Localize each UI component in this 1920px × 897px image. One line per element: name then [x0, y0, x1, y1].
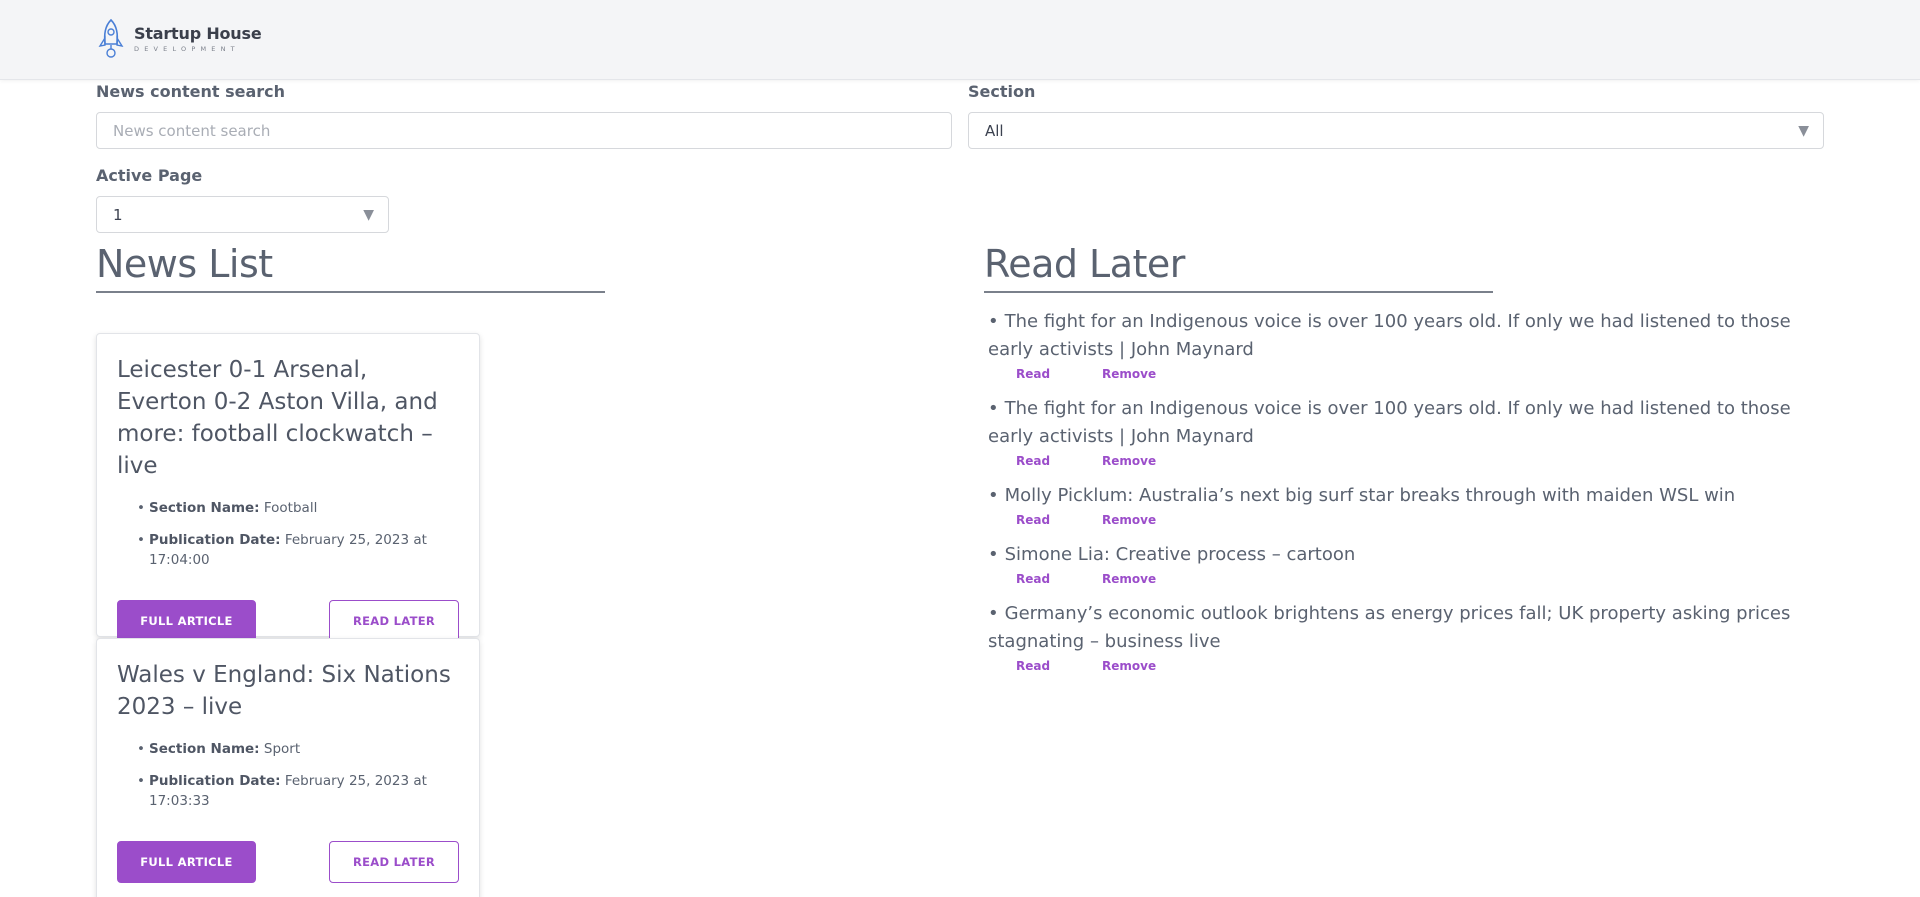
read-later-item-title: The fight for an Indigenous voice is ove… — [988, 398, 1791, 447]
full-article-button[interactable]: FULL ARTICLE — [117, 600, 256, 642]
caret-down-icon: ▼ — [1798, 123, 1809, 139]
read-link[interactable]: Read — [1016, 367, 1102, 381]
news-card-date: Publication Date: February 25, 2023 at 1… — [137, 771, 459, 811]
active-page-label: Active Page — [96, 166, 203, 185]
read-later-item-title: Simone Lia: Creative process – cartoon — [1004, 544, 1356, 565]
read-link[interactable]: Read — [1016, 454, 1102, 468]
read-link[interactable]: Read — [1016, 572, 1102, 586]
news-card-title: Leicester 0-1 Arsenal, Everton 0-2 Aston… — [117, 357, 438, 479]
section-select-value: All — [985, 121, 1004, 140]
remove-link[interactable]: Remove — [1102, 454, 1156, 468]
logo-subtitle: DEVELOPMENT — [134, 44, 240, 53]
read-later-item: • Germany’s economic outlook brightens as… — [988, 603, 1791, 673]
rocket-icon — [98, 18, 124, 58]
section-name-value: Sport — [263, 741, 301, 757]
read-later-item: • Simone Lia: Creative process – cartoon … — [988, 544, 1356, 586]
news-card-section: Section Name: Sport — [137, 739, 459, 759]
section-name-value: Football — [263, 500, 318, 516]
read-later-underline — [984, 291, 1493, 293]
news-card: Leicester 0-1 Arsenal, Everton 0-2 Aston… — [96, 333, 480, 642]
full-article-button[interactable]: FULL ARTICLE — [117, 841, 256, 883]
logo-name: Startup House — [134, 23, 262, 43]
remove-link[interactable]: Remove — [1102, 367, 1156, 381]
news-list-underline — [96, 291, 605, 293]
news-card-date: Publication Date: February 25, 2023 at 1… — [137, 530, 459, 570]
news-list-title: News List — [96, 242, 273, 286]
logo[interactable]: Startup House DEVELOPMENT — [96, 18, 262, 60]
news-card: Wales v England: Six Nations 2023 – live… — [96, 638, 480, 897]
read-later-list: • The fight for an Indigenous voice is ov… — [984, 308, 1814, 687]
caret-down-icon: ▼ — [363, 207, 374, 223]
read-later-item: • Molly Picklum: Australia’s next big sur… — [988, 485, 1736, 527]
read-later-item-title: Molly Picklum: Australia’s next big surf… — [1004, 485, 1736, 506]
read-later-item-title: Germany’s economic outlook brightens as … — [988, 603, 1791, 652]
section-select[interactable]: All ▼ — [968, 112, 1824, 149]
read-later-item-title: The fight for an Indigenous voice is ove… — [988, 311, 1791, 360]
remove-link[interactable]: Remove — [1102, 513, 1156, 527]
active-page-select[interactable]: 1 ▼ — [96, 196, 389, 233]
top-header: Startup House DEVELOPMENT — [0, 0, 1920, 80]
read-later-button[interactable]: READ LATER — [329, 841, 459, 883]
read-link[interactable]: Read — [1016, 659, 1102, 673]
read-later-item: • The fight for an Indigenous voice is ov… — [988, 398, 1791, 468]
section-name-label: Section Name: — [149, 500, 260, 516]
search-label: News content search — [96, 82, 286, 101]
active-page-value: 1 — [113, 205, 123, 224]
publication-date-label: Publication Date: — [149, 532, 281, 548]
news-card-section: Section Name: Football — [137, 498, 459, 518]
publication-date-label: Publication Date: — [149, 773, 281, 789]
news-search-input[interactable] — [96, 112, 952, 149]
section-label: Section — [968, 82, 1036, 101]
read-later-item: • The fight for an Indigenous voice is ov… — [988, 311, 1791, 381]
remove-link[interactable]: Remove — [1102, 659, 1156, 673]
news-card-title: Wales v England: Six Nations 2023 – live — [117, 662, 451, 720]
read-later-title: Read Later — [984, 242, 1185, 286]
read-link[interactable]: Read — [1016, 513, 1102, 527]
section-name-label: Section Name: — [149, 741, 260, 757]
read-later-button[interactable]: READ LATER — [329, 600, 459, 642]
remove-link[interactable]: Remove — [1102, 572, 1156, 586]
